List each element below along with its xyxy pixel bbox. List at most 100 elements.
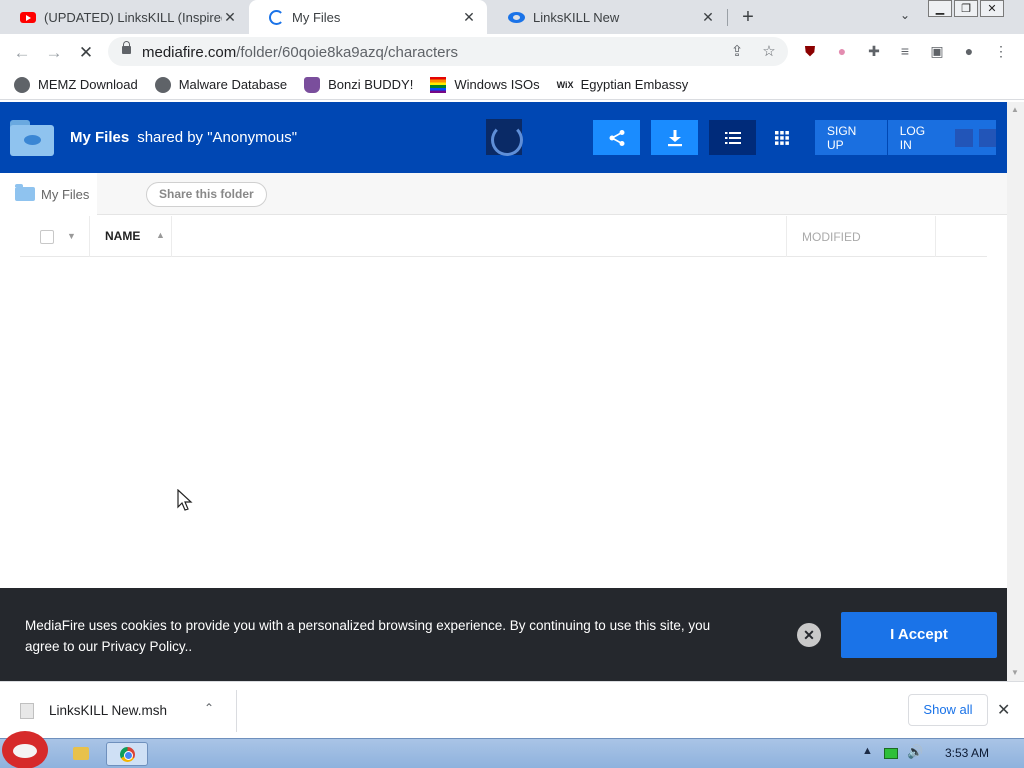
address-bar[interactable]: mediafire.com/folder/60qoie8ka9azq/chara… bbox=[108, 37, 788, 66]
show-all-button[interactable]: Show all bbox=[908, 694, 988, 726]
youtube-icon bbox=[20, 11, 36, 23]
share-folder-button[interactable]: Share this folder bbox=[146, 182, 267, 207]
bookmark-label: Egyptian Embassy bbox=[580, 77, 689, 92]
tab-youtube[interactable]: (UPDATED) LinksKILL (Inspired ✕ bbox=[0, 0, 248, 34]
column-header-name[interactable]: NAME bbox=[105, 229, 140, 243]
list-view-icon bbox=[724, 131, 741, 144]
globe-icon bbox=[14, 76, 30, 93]
mouse-cursor-icon bbox=[177, 489, 193, 511]
divider bbox=[236, 690, 237, 732]
bookmark-egyptian-embassy[interactable]: WiX Egyptian Embassy bbox=[557, 77, 689, 93]
folder-icon bbox=[73, 747, 89, 760]
bookmark-memz[interactable]: MEMZ Download bbox=[14, 76, 138, 93]
bookmark-star-icon[interactable]: ☆ bbox=[760, 43, 778, 61]
chrome-icon bbox=[120, 747, 135, 762]
restore-button[interactable]: ❐ bbox=[954, 0, 978, 17]
download-button[interactable] bbox=[651, 120, 698, 155]
social-login-icon[interactable] bbox=[978, 128, 996, 147]
cookie-close-button[interactable]: ✕ bbox=[797, 623, 821, 647]
select-all-checkbox[interactable] bbox=[40, 230, 54, 244]
accept-cookies-button[interactable]: I Accept bbox=[841, 612, 997, 658]
share-icon[interactable]: ⇪ bbox=[728, 43, 746, 61]
network-icon[interactable] bbox=[884, 748, 898, 759]
cookie-message: MediaFire uses cookies to provide you wi… bbox=[25, 618, 711, 654]
rainbow-flag-icon bbox=[430, 76, 447, 93]
window-controls: ▁ ❐ ✕ bbox=[928, 0, 1006, 17]
bookmark-bonzi-buddy[interactable]: Bonzi BUDDY! bbox=[304, 76, 414, 93]
list-view-button[interactable] bbox=[709, 120, 756, 155]
sign-up-button[interactable]: SIGN UP bbox=[827, 124, 875, 152]
loading-spinner-icon bbox=[486, 119, 523, 156]
chevron-up-icon[interactable]: ⌃ bbox=[204, 701, 214, 715]
file-table-header: ▼ NAME ▲ MODIFIED bbox=[20, 216, 987, 257]
scroll-up-arrow-icon[interactable]: ▲ bbox=[1011, 105, 1019, 114]
start-button-angry-bird-icon[interactable] bbox=[2, 731, 48, 768]
volume-icon[interactable]: 🔊 bbox=[907, 744, 923, 760]
scroll-down-arrow-icon[interactable]: ▼ bbox=[1011, 668, 1019, 677]
tab-linkskill-new[interactable]: LinksKILL New ✕ bbox=[488, 0, 726, 34]
close-window-button[interactable]: ✕ bbox=[980, 0, 1004, 17]
breadcrumb-my-files[interactable]: My Files bbox=[0, 173, 97, 215]
bookmark-label: Windows ISOs bbox=[454, 77, 540, 92]
download-item[interactable]: LinksKILL New.msh bbox=[49, 703, 167, 718]
tray-expand-icon[interactable]: ▲ bbox=[862, 745, 873, 757]
bookmark-malware-database[interactable]: Malware Database bbox=[154, 76, 288, 93]
grid-view-icon bbox=[774, 130, 789, 145]
column-header-modified[interactable]: MODIFIED bbox=[802, 230, 861, 244]
column-divider bbox=[171, 216, 172, 257]
bookmark-label: MEMZ Download bbox=[38, 77, 138, 92]
social-login-icon[interactable] bbox=[955, 128, 973, 147]
new-tab-button[interactable]: + bbox=[737, 6, 759, 28]
url-host: mediafire.com bbox=[142, 44, 237, 61]
extension-flag-icon[interactable]: ● bbox=[833, 42, 851, 60]
tab-separator bbox=[727, 9, 728, 26]
taskbar-chrome[interactable] bbox=[106, 742, 148, 766]
divider bbox=[886, 120, 888, 155]
log-in-button[interactable]: LOG IN bbox=[900, 124, 939, 152]
breadcrumb: My Files Share this folder bbox=[0, 173, 1007, 215]
caret-down-icon[interactable]: ▼ bbox=[67, 231, 76, 241]
close-icon[interactable]: ✕ bbox=[997, 700, 1010, 720]
mediafire-icon bbox=[508, 11, 525, 23]
extensions-puzzle-icon[interactable]: ✚ bbox=[865, 42, 883, 60]
stop-loading-button[interactable]: ✕ bbox=[74, 41, 98, 65]
auth-buttons: SIGN UP LOG IN bbox=[815, 120, 996, 155]
back-button[interactable]: ← bbox=[10, 41, 34, 65]
bookmark-label: Bonzi BUDDY! bbox=[328, 77, 414, 92]
download-icon bbox=[667, 129, 682, 146]
media-control-icon[interactable]: ≡ bbox=[896, 42, 914, 60]
share-button[interactable] bbox=[593, 120, 640, 155]
bookmark-label: Malware Database bbox=[178, 77, 288, 92]
tab-my-files[interactable]: My Files ✕ bbox=[249, 0, 487, 34]
file-icon bbox=[20, 703, 34, 719]
globe-icon bbox=[154, 76, 171, 93]
tab-title: My Files bbox=[292, 9, 341, 25]
sort-ascending-icon[interactable]: ▲ bbox=[156, 230, 165, 240]
profile-avatar-icon[interactable]: ● bbox=[960, 42, 978, 60]
close-icon[interactable]: ✕ bbox=[222, 9, 238, 25]
clock[interactable]: 3:53 AM bbox=[945, 746, 989, 760]
folder-icon bbox=[10, 120, 54, 156]
breadcrumb-label: My Files bbox=[41, 186, 90, 202]
menu-kebab-icon[interactable]: ⋮ bbox=[992, 42, 1010, 60]
folder-icon bbox=[15, 184, 35, 201]
lock-icon[interactable] bbox=[122, 41, 131, 54]
tab-strip: (UPDATED) LinksKILL (Inspired ✕ My Files… bbox=[0, 0, 1024, 34]
share-icon bbox=[609, 129, 624, 146]
taskbar: ▲ 🔊 3:53 AM bbox=[0, 731, 1024, 768]
forward-button[interactable]: → bbox=[42, 41, 66, 65]
close-icon[interactable]: ✕ bbox=[700, 9, 716, 25]
tab-search-chevron-icon[interactable]: ⌄ bbox=[896, 8, 914, 26]
minimize-button[interactable]: ▁ bbox=[928, 0, 952, 17]
url-text[interactable]: mediafire.com/folder/60qoie8ka9azq/chara… bbox=[142, 44, 458, 61]
close-icon[interactable]: ✕ bbox=[461, 9, 477, 25]
page-scrollbar[interactable]: ▲ ▼ bbox=[1007, 102, 1024, 681]
column-divider bbox=[786, 216, 787, 257]
grid-view-button[interactable] bbox=[758, 120, 805, 155]
folder-title: My Files bbox=[70, 129, 130, 146]
ublock-icon[interactable]: ⛊ bbox=[801, 42, 819, 60]
taskbar-file-explorer[interactable] bbox=[63, 742, 99, 766]
tab-title: LinksKILL New bbox=[533, 9, 620, 25]
side-panel-icon[interactable]: ▣ bbox=[928, 42, 946, 60]
bookmark-windows-isos[interactable]: Windows ISOs bbox=[430, 76, 540, 93]
